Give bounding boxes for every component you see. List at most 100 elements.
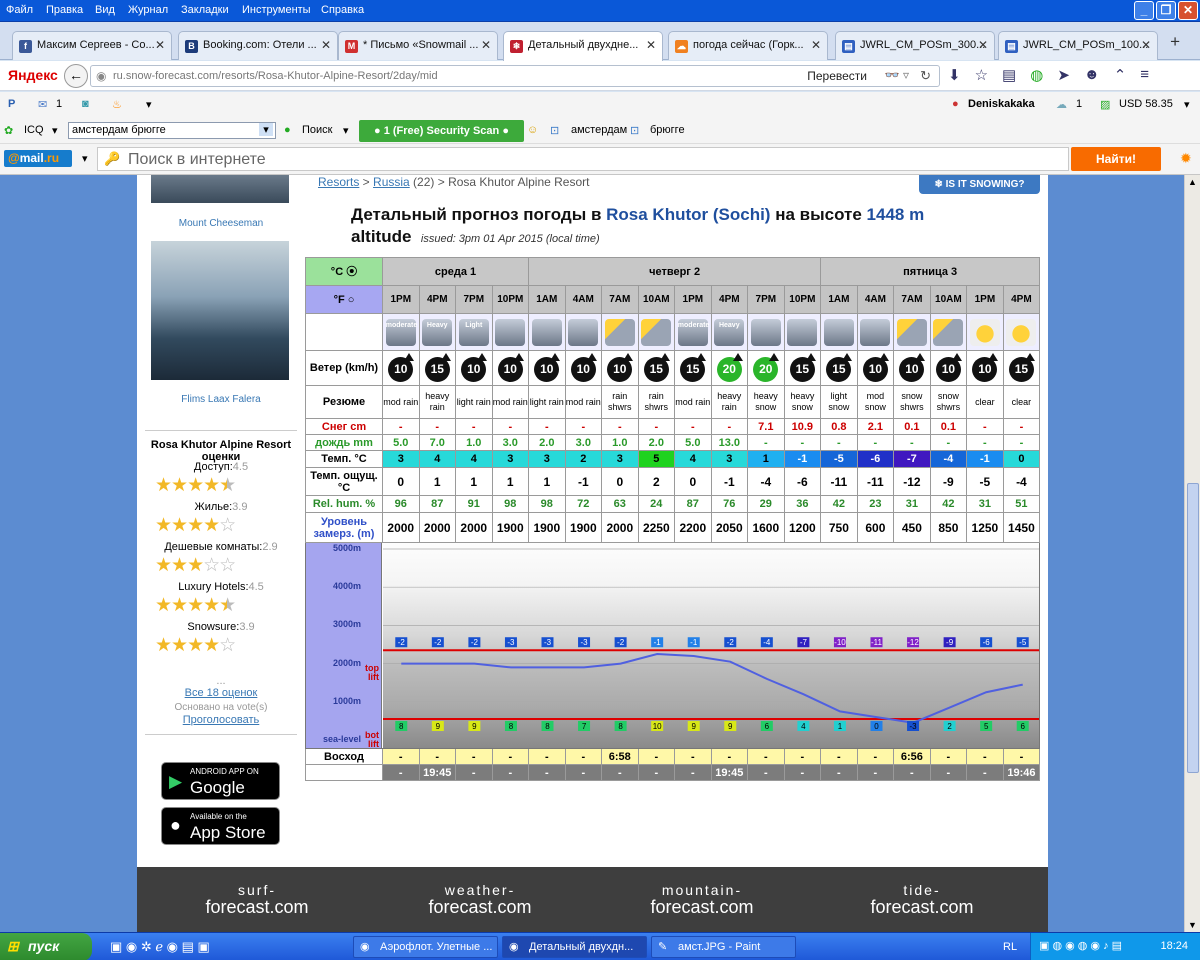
download-icon[interactable]: ⬇	[948, 66, 961, 84]
tab-4[interactable]: ☁ погода сейчас (Горк... ✕	[668, 31, 828, 60]
resort-thumbnail-1[interactable]	[151, 175, 289, 203]
rating-stars[interactable]: ★★★★☆	[155, 514, 236, 537]
tab-5[interactable]: ▤ JWRL_CM_POSm_300... ✕	[835, 31, 995, 60]
mail-dropdown-icon[interactable]: ▾	[82, 152, 88, 165]
footer-logo[interactable]: surf-forecast.com	[187, 882, 327, 916]
new-tab-button[interactable]: +	[1170, 32, 1180, 52]
rating-stars[interactable]: ★★★☆☆	[155, 554, 236, 577]
quick-search-2[interactable]: брюгге	[650, 124, 685, 136]
tab-2[interactable]: M * Письмо «Snowmail ... ✕	[338, 31, 498, 60]
flame-icon[interactable]: ♨	[112, 98, 122, 111]
find-button[interactable]: Найти!	[1071, 147, 1161, 171]
tab-close-icon[interactable]: ✕	[646, 38, 656, 52]
send-icon[interactable]: ➤	[1057, 66, 1070, 84]
chevron-down-icon[interactable]: ▾	[259, 123, 273, 136]
back-button[interactable]: ←	[64, 64, 88, 88]
search-label[interactable]: Поиск	[302, 124, 332, 136]
breadcrumb-russia[interactable]: Russia	[373, 175, 410, 189]
menu-history[interactable]: Журнал	[128, 4, 168, 16]
user-name[interactable]: Deniskakaka	[968, 98, 1035, 110]
restore-button[interactable]: ❐	[1156, 1, 1176, 20]
rating-stars[interactable]: ★★★★★	[155, 594, 236, 617]
security-scan-button[interactable]: ● 1 (Free) Security Scan ●	[359, 120, 524, 142]
dropdown-icon-2[interactable]: ▾	[1184, 98, 1190, 111]
gear-icon[interactable]: ✹	[1180, 150, 1192, 167]
app-store-badge[interactable]: ● Available on the App Store	[161, 807, 280, 845]
bottom-temp-label: 9	[472, 722, 477, 731]
star-icon[interactable]: ☆	[975, 66, 988, 84]
vote-link[interactable]: Проголосовать	[145, 714, 297, 726]
tab-6[interactable]: ▤ JWRL_CM_POSm_100... ✕	[998, 31, 1158, 60]
logo-ru: .ru	[43, 151, 60, 165]
start-button[interactable]: ⊞ пуск	[0, 933, 92, 960]
search-dropdown-icon[interactable]: ▾	[343, 124, 349, 137]
resort-caption-1[interactable]: Mount Cheeseman	[145, 218, 297, 229]
usd-rate[interactable]: USD 58.35	[1119, 98, 1173, 110]
rating-stars[interactable]: ★★★★☆	[155, 634, 236, 657]
language-indicator[interactable]: RL	[1003, 941, 1017, 953]
task-forecast[interactable]: ◉ Детальный двухдн...	[502, 936, 647, 958]
app-icon[interactable]: ◙	[82, 98, 89, 110]
tab-close-icon[interactable]: ✕	[978, 38, 988, 52]
tab-close-icon[interactable]: ✕	[481, 38, 491, 52]
tab-close-icon[interactable]: ✕	[321, 38, 331, 52]
tab-close-icon[interactable]: ✕	[155, 38, 165, 52]
temperature-cell: 3	[382, 450, 420, 468]
tab-close-icon[interactable]: ✕	[811, 38, 821, 52]
tray-icons[interactable]: ▣ ◍ ◉ ◍ ◉ ♪ ▤	[1039, 939, 1122, 952]
minimize-button[interactable]: _	[1134, 1, 1154, 20]
resort-caption-2[interactable]: Flims Laax Falera	[145, 394, 297, 405]
menu-bookmarks[interactable]: Закладки	[181, 4, 229, 16]
summary-cell: mod rain	[564, 385, 603, 419]
icq-label[interactable]: ICQ	[24, 124, 44, 136]
search-select[interactable]: амстердам брюгге ▾	[68, 122, 276, 139]
address-bar[interactable]: ◉ ru.snow-forecast.com/resorts/Rosa-Khut…	[90, 65, 940, 87]
translate-button[interactable]: Перевести	[807, 69, 867, 83]
is-it-snowing-button[interactable]: ❄ IS IT SNOWING?	[919, 175, 1040, 194]
dropdown-icon[interactable]: ▾	[146, 98, 152, 111]
google-play-badge[interactable]: ▶ ANDROID APP ON Google play	[161, 762, 280, 817]
breadcrumb-resorts[interactable]: Resorts	[318, 175, 359, 189]
smile-icon[interactable]: ☺	[527, 124, 538, 136]
menu-icon[interactable]: ≡	[1140, 66, 1149, 84]
menu-tools[interactable]: Инструменты	[242, 4, 311, 16]
icq-dropdown-icon[interactable]: ▾	[52, 124, 58, 137]
rain-row: дождь mm 5.0 7.0 1.0 3.0 2.0 3.0 1.0 2.0 5.0 13.0-…	[305, 434, 1041, 451]
scroll-down-icon[interactable]: ▼	[1188, 920, 1197, 930]
tab-0[interactable]: f Максим Сергеев - Со... ✕	[12, 31, 172, 60]
footer-logo[interactable]: weather-forecast.com	[410, 882, 550, 916]
scroll-up-icon[interactable]: ▲	[1188, 177, 1197, 187]
rating-stars[interactable]: ★★★★★	[155, 474, 236, 497]
quick-search-1[interactable]: амстердам	[571, 124, 627, 136]
close-window-button[interactable]: ✕	[1178, 1, 1198, 20]
footer-logo[interactable]: tide-forecast.com	[852, 882, 992, 916]
yandex-logo[interactable]: Яндекс	[8, 67, 58, 83]
menu-file[interactable]: Файл	[6, 4, 33, 16]
menu-edit[interactable]: Правка	[46, 4, 83, 16]
resort-thumbnail-2[interactable]	[151, 241, 289, 380]
reading-list-icon[interactable]: ▤	[1002, 66, 1016, 84]
envelope-icon[interactable]: ✉	[38, 98, 47, 111]
addon-icon[interactable]: ◍	[1030, 66, 1043, 84]
reload-icon[interactable]: ↻	[920, 68, 931, 84]
unit-fahrenheit-toggle[interactable]: °F ○	[305, 285, 383, 314]
unit-celsius-toggle[interactable]: °C ⦿	[305, 257, 383, 286]
footer-logo[interactable]: mountain-forecast.com	[632, 882, 772, 916]
p-icon[interactable]: P	[8, 98, 15, 110]
all-ratings-link[interactable]: Все 18 оценок	[145, 687, 297, 699]
chat-icon[interactable]: ☻	[1084, 66, 1100, 84]
quicklaunch-icons[interactable]: ▣ ◉ ✲ ℯ ◉ ▤ ▣	[110, 939, 210, 955]
tab-close-icon[interactable]: ✕	[1141, 38, 1151, 52]
tab-3[interactable]: ❄ Детальный двухдне... ✕	[503, 31, 663, 61]
reader-icon[interactable]: 👓 ▿	[885, 68, 909, 82]
menu-view[interactable]: Вид	[95, 4, 115, 16]
task-aeroflot[interactable]: ◉ Аэрофлот. Улетные ...	[353, 936, 498, 958]
chevron-up-icon[interactable]: ⌃	[1114, 66, 1127, 84]
tab-1[interactable]: B Booking.com: Отели ... ✕	[178, 31, 338, 60]
menu-help[interactable]: Справка	[321, 4, 364, 16]
task-paint[interactable]: ✎ амст.JPG - Paint	[651, 936, 796, 958]
vertical-scrollbar[interactable]: ▲ ▼	[1184, 175, 1200, 932]
web-search-input[interactable]: 🔑 Поиск в интернете	[97, 147, 1069, 171]
mail-ru-logo[interactable]: @mail.ru	[4, 150, 72, 167]
scroll-thumb[interactable]	[1187, 483, 1199, 773]
